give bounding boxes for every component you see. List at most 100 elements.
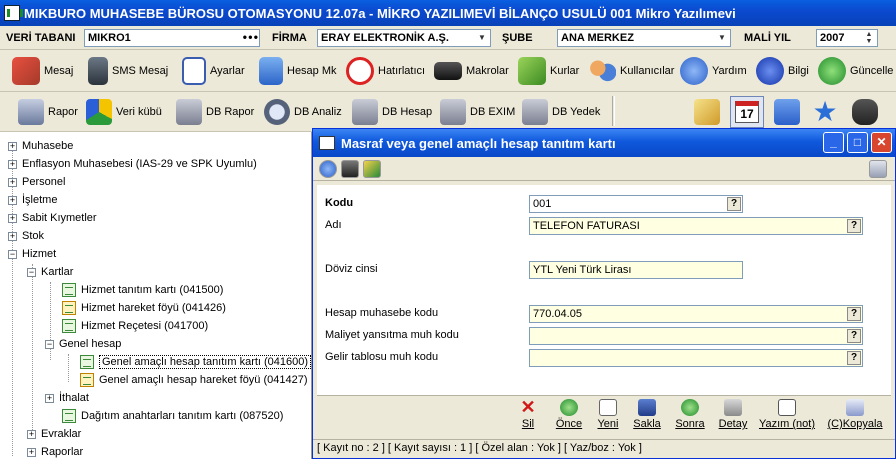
doviz-field[interactable]: YTL Yeni Türk Lirası	[529, 261, 743, 279]
close-button[interactable]: ✕	[871, 132, 892, 153]
movement-form-icon	[80, 373, 94, 387]
tools-icon[interactable]	[363, 160, 381, 178]
tree-node-personel[interactable]: + Personel	[8, 173, 65, 191]
tree-item-hizmet-tanitim[interactable]: Hizmet tanıtım kartı (041500)	[62, 281, 223, 299]
search-binoculars-button[interactable]	[852, 98, 882, 126]
expand-icon[interactable]: +	[8, 159, 17, 169]
toolbar-guncelle-button[interactable]: Güncelle	[818, 56, 893, 86]
toolbar-kurlar-button[interactable]: Kurlar	[518, 56, 579, 86]
favorites-button[interactable]: ★	[812, 98, 842, 126]
toolbar-db-exim-button[interactable]: DB EXIM	[440, 98, 515, 126]
tree-node-ithalat[interactable]: + İthalat	[45, 389, 89, 407]
gelir-field[interactable]: ?	[529, 349, 863, 367]
firma-select[interactable]: ERAY ELEKTRONİK A.Ş. ▼	[317, 29, 491, 47]
toolbar-hatirlatici-button[interactable]: Hatırlatıcı	[346, 56, 425, 86]
tree-item-hizmet-hareket[interactable]: Hizmet hareket föyü (041426)	[62, 299, 226, 317]
collapse-icon[interactable]: −	[27, 267, 36, 277]
adi-field[interactable]: TELEFON FATURASI ?	[529, 217, 863, 235]
toolbar-ayarlar-button[interactable]: Ayarlar	[182, 56, 245, 86]
hesap-muhasebe-field[interactable]: 770.04.05 ?	[529, 305, 863, 323]
sakla-button[interactable]: Sakla	[629, 399, 665, 433]
pin-window-icon[interactable]	[869, 160, 887, 178]
toolbar-yardim-button[interactable]: Yardım	[680, 56, 747, 86]
phone-icon	[88, 57, 108, 85]
yazim-button[interactable]: Yazım (not)	[757, 399, 817, 433]
keyboard-icon[interactable]	[341, 160, 359, 178]
tree-item-dagitim[interactable]: Dağıtım anahtarları tanıtım kartı (08752…	[62, 407, 283, 425]
tree-node-genel-hesap[interactable]: − Genel hesap	[45, 335, 121, 353]
toolbar-veri-kubu-button[interactable]: Veri kübü	[86, 98, 162, 126]
toolbar-hesap-mk-button[interactable]: Hesap Mk	[259, 56, 337, 86]
lookup-button[interactable]: ?	[847, 307, 861, 321]
tree-item-genel-hareket[interactable]: Genel amaçlı hesap hareket föyü (041427)	[80, 371, 308, 389]
tree-node-enflasyon[interactable]: + Enflasyon Muhasebesi (IAS-29 ve SPK Uyu…	[8, 155, 257, 173]
tree-node-muhasebe[interactable]: + Muhasebe	[8, 137, 73, 155]
form-icon	[62, 409, 76, 423]
tree-node-isletme[interactable]: + İşletme	[8, 191, 57, 209]
kopyala-button[interactable]: (C)Kopyala	[823, 399, 887, 433]
toolbar-sms-button[interactable]: SMS Mesaj	[88, 56, 168, 86]
toolbar-makrolar-button[interactable]: Makrolar	[434, 56, 509, 86]
binoculars-icon	[852, 99, 878, 125]
expand-icon[interactable]: +	[8, 141, 17, 151]
yeni-button[interactable]: Yeni	[593, 399, 623, 433]
sil-button[interactable]: ✕ Sil	[515, 398, 541, 433]
expand-icon[interactable]: +	[8, 213, 17, 223]
tree-node-stok[interactable]: + Stok	[8, 227, 44, 245]
veri-tabani-field[interactable]: MIKRO1 • • •	[84, 29, 260, 47]
sube-label: ŞUBE	[502, 32, 533, 44]
toolbar-bilgi-button[interactable]: Bilgi	[756, 56, 809, 86]
context-field-row: VERİ TABANI MIKRO1 • • • FİRMA ERAY ELEK…	[0, 26, 896, 50]
browse-dots-icon[interactable]: • • •	[243, 30, 258, 44]
toolbar-rapor-button[interactable]: Rapor	[18, 98, 78, 126]
expand-icon[interactable]: +	[27, 429, 36, 439]
lookup-button[interactable]: ?	[847, 219, 861, 233]
calendar-button[interactable]: 17	[730, 96, 764, 128]
lookup-button[interactable]: ?	[727, 197, 741, 211]
chevron-down-icon[interactable]: ▼	[715, 31, 729, 45]
mali-yil-stepper[interactable]: 2007 ▲ ▼	[816, 29, 878, 47]
sonra-button[interactable]: Sonra	[671, 399, 709, 433]
gelir-label: Gelir tablosu muh kodu	[325, 351, 439, 363]
maliyet-field[interactable]: ?	[529, 327, 863, 345]
tree-node-raporlar[interactable]: + Raporlar	[27, 443, 83, 459]
tree-item-genel-tanitim[interactable]: Genel amaçlı hesap tanıtım kartı (041600…	[80, 353, 311, 371]
secondary-toolbar: Rapor Veri kübü DB Rapor DB Analiz DB He…	[0, 92, 896, 132]
mail-icon	[12, 57, 40, 85]
minimize-button[interactable]: _	[823, 132, 844, 153]
once-button[interactable]: Önce	[549, 399, 589, 433]
tree-node-hizmet[interactable]: − Hizmet	[8, 245, 56, 263]
collapse-icon[interactable]: −	[45, 339, 54, 349]
expand-icon[interactable]: +	[8, 177, 17, 187]
tree-node-kartlar[interactable]: − Kartlar	[27, 263, 73, 281]
edit-note-button[interactable]	[694, 98, 724, 126]
tree-item-hizmet-recetesi[interactable]: Hizmet Reçetesi (041700)	[62, 317, 208, 335]
cube-icon	[86, 99, 112, 125]
expand-icon[interactable]: +	[27, 447, 36, 457]
toolbar-db-rapor-button[interactable]: DB Rapor	[176, 98, 254, 126]
detay-button[interactable]: Detay	[713, 399, 753, 433]
chevron-down-icon[interactable]: ▼	[475, 31, 489, 45]
lookup-button[interactable]: ?	[847, 351, 861, 365]
toolbar-db-analiz-button[interactable]: DB Analiz	[264, 98, 342, 126]
toolbar-kullanicilar-button[interactable]: Kullanıcılar	[588, 56, 674, 86]
expand-icon[interactable]: +	[8, 195, 17, 205]
lookup-button[interactable]: ?	[847, 329, 861, 343]
expand-icon[interactable]: +	[8, 231, 17, 241]
org-chart-button[interactable]	[774, 98, 804, 126]
money-icon	[518, 57, 546, 85]
toolbar-db-yedek-button[interactable]: DB Yedek	[522, 98, 600, 126]
tree-node-evraklar[interactable]: + Evraklar	[27, 425, 81, 443]
collapse-icon[interactable]: −	[8, 249, 17, 259]
expand-icon[interactable]: +	[45, 393, 54, 403]
toolbar-mesaj-button[interactable]: Mesaj	[12, 56, 73, 86]
kodu-field[interactable]: 001 ?	[529, 195, 743, 213]
note-icon	[778, 399, 796, 416]
sube-select[interactable]: ANA MERKEZ ▼	[557, 29, 731, 47]
tree-node-sabit-kiymetler[interactable]: + Sabit Kıymetler	[8, 209, 97, 227]
help-icon[interactable]	[319, 160, 337, 178]
maximize-button[interactable]: □	[847, 132, 868, 153]
spin-arrows-icon[interactable]: ▲ ▼	[862, 31, 876, 45]
new-icon	[599, 399, 617, 416]
toolbar-db-hesap-button[interactable]: DB Hesap	[352, 98, 432, 126]
